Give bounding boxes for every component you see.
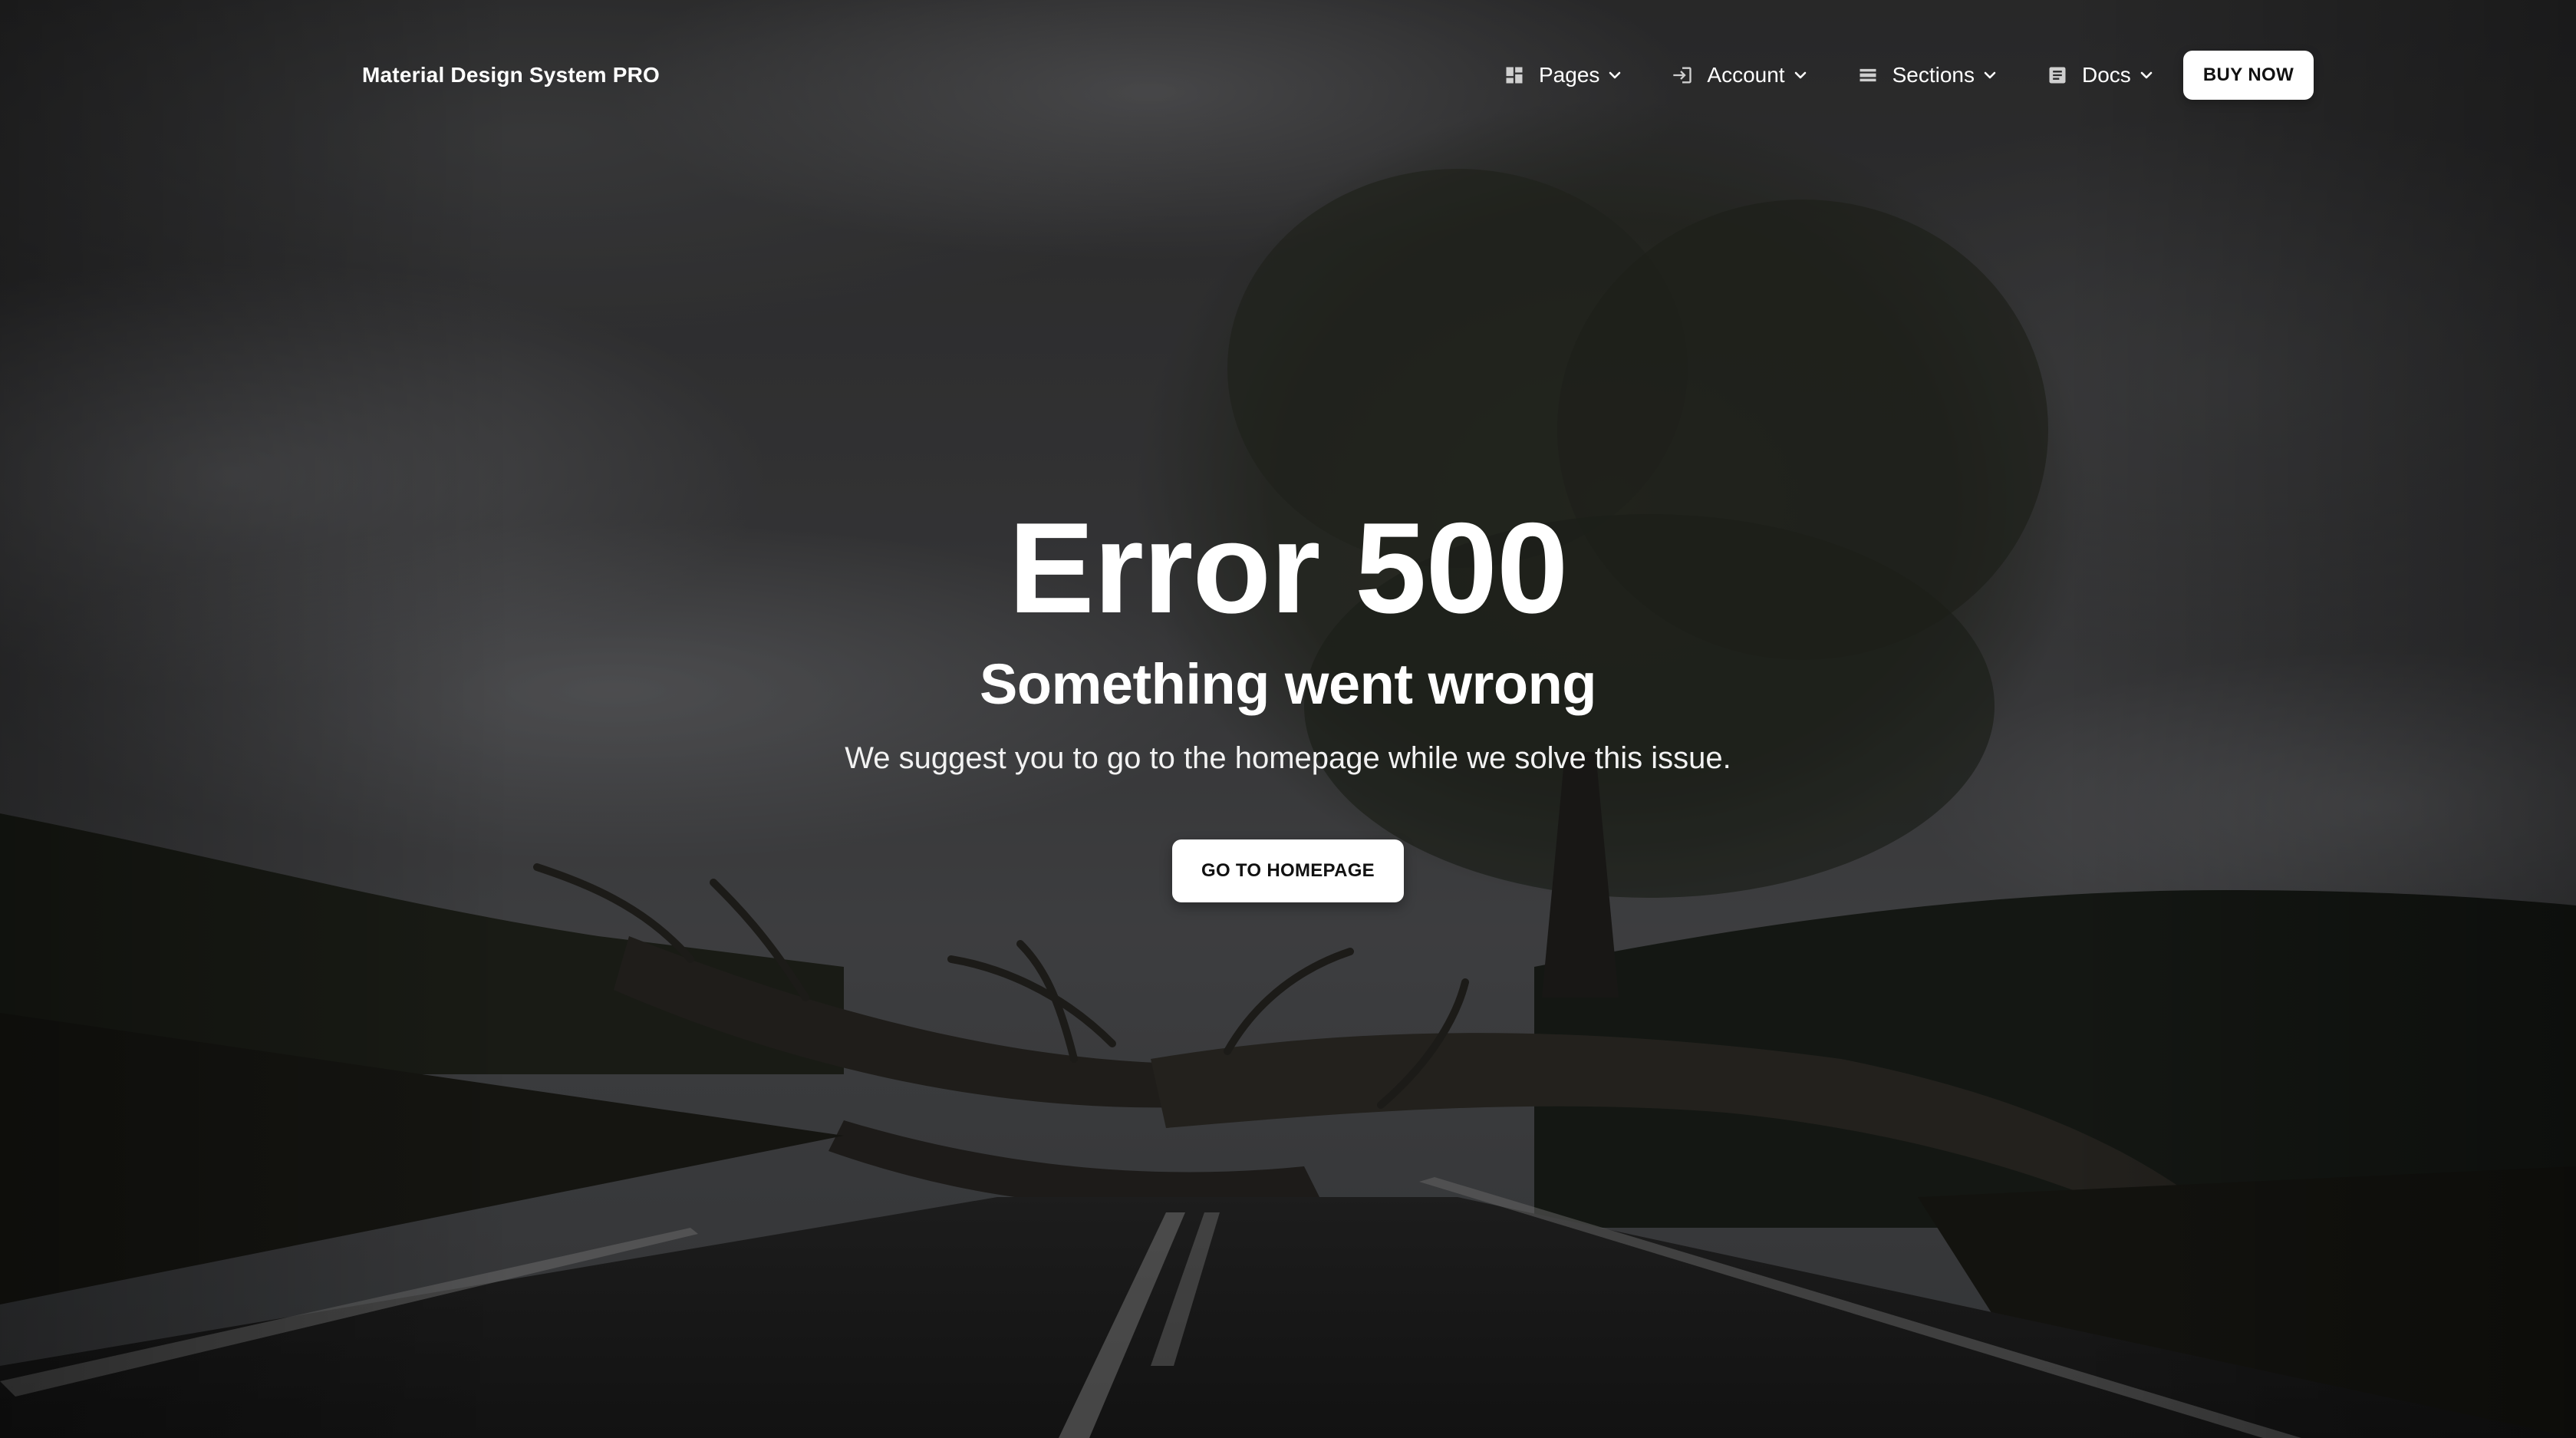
go-to-homepage-button[interactable]: GO TO HOMEPAGE	[1172, 839, 1404, 902]
view-list-icon	[1857, 64, 1879, 86]
error-hero: Error 500 Something went wrong We sugges…	[0, 491, 2576, 902]
chevron-down-icon	[2137, 66, 2156, 84]
brand-link[interactable]: Material Design System PRO	[362, 60, 660, 91]
buy-now-button[interactable]: BUY NOW	[2183, 51, 2314, 100]
chevron-down-icon	[1606, 66, 1624, 84]
error-description: We suggest you to go to the homepage whi…	[845, 741, 1731, 775]
nav-item-label: Docs	[2081, 63, 2131, 87]
top-navbar: Material Design System PRO Pages Account	[0, 0, 2576, 150]
nav-menu: Pages Account Sections Docs	[1504, 51, 2203, 100]
chevron-down-icon	[1791, 66, 1810, 84]
error-title: Error 500	[1008, 496, 1569, 640]
nav-item-sections[interactable]: Sections	[1857, 60, 1999, 91]
article-icon	[2047, 64, 2068, 86]
nav-item-label: Pages	[1539, 63, 1600, 87]
dashboard-icon	[1504, 64, 1525, 86]
chevron-down-icon	[1981, 66, 1999, 84]
error-500-page: Material Design System PRO Pages Account	[0, 0, 2576, 1438]
error-subtitle: Something went wrong	[980, 652, 1596, 716]
nav-item-docs[interactable]: Docs	[2047, 60, 2156, 91]
nav-item-label: Account	[1707, 63, 1785, 87]
login-icon	[1672, 64, 1693, 86]
nav-item-label: Sections	[1892, 63, 1975, 87]
nav-item-account[interactable]: Account	[1672, 60, 1809, 91]
nav-item-pages[interactable]: Pages	[1504, 60, 1624, 91]
